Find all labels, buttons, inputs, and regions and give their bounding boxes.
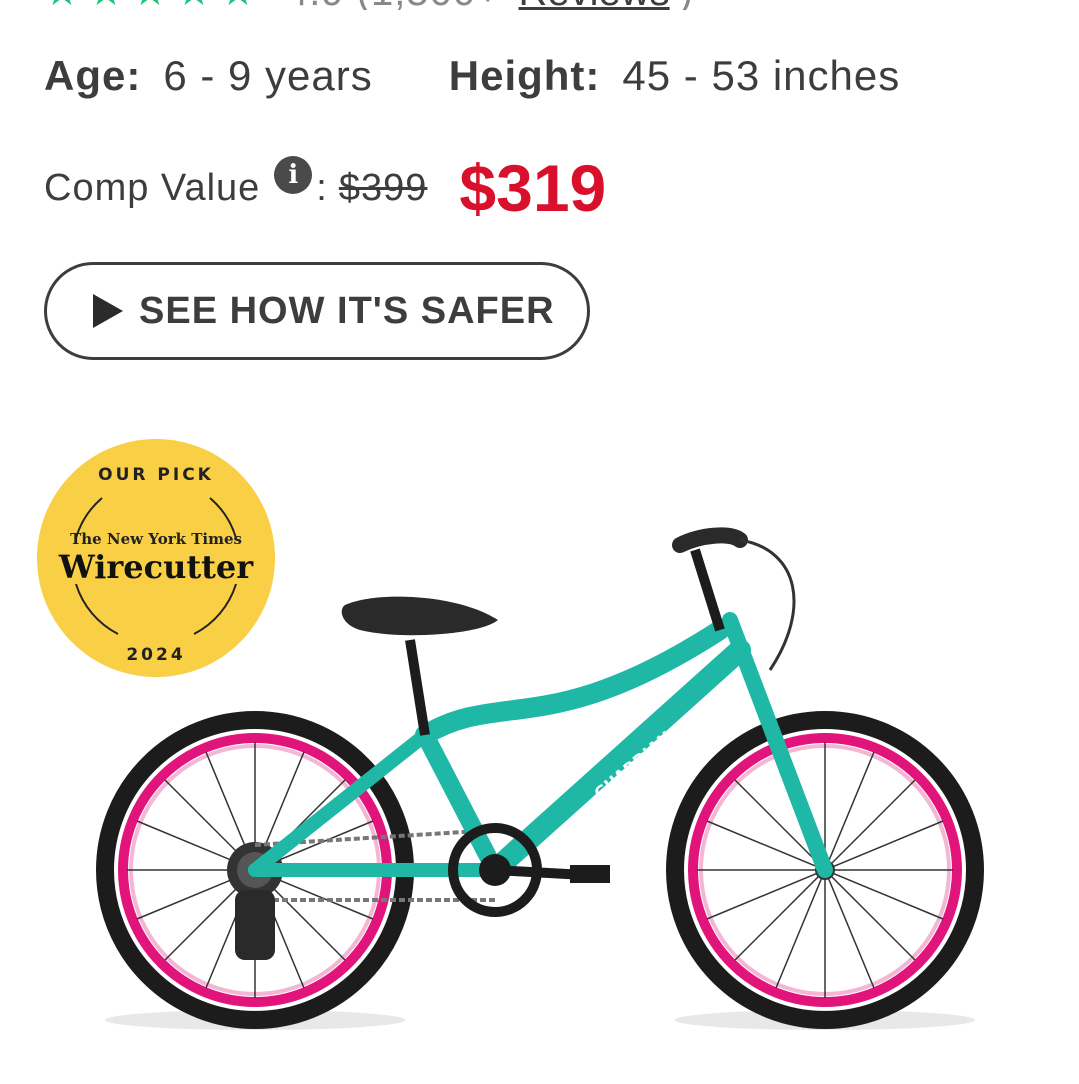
play-icon (93, 294, 123, 328)
rating-close: ) (680, 0, 694, 10)
see-how-safer-label: SEE HOW IT'S SAFER (139, 289, 555, 332)
rating-row: ★ ★ ★ ★ ★ 4.9 (1,500+ Reviews ) (44, 0, 694, 10)
saddle (341, 596, 498, 636)
product-page: ★ ★ ★ ★ ★ 4.9 (1,500+ Reviews ) Age: 6 -… (0, 0, 1079, 1084)
rating-text: 4.9 (1,500+ (286, 0, 501, 10)
age-label: Age: (44, 52, 142, 99)
star-icon: ★ (176, 0, 212, 10)
sale-price: $319 (459, 151, 607, 225)
bike-image: GUARDIAN (96, 527, 984, 1030)
comp-value-label: Comp Value (44, 166, 261, 209)
see-how-safer-button[interactable]: SEE HOW IT'S SAFER (44, 262, 590, 360)
info-icon[interactable]: i (274, 156, 313, 194)
specs-row: Age: 6 - 9 years Height: 45 - 53 inches (44, 52, 900, 100)
comp-colon: : (316, 166, 327, 209)
badge-top-text: OUR PICK (98, 465, 214, 485)
star-icon: ★ (88, 0, 124, 10)
star-icon: ★ (44, 0, 80, 10)
original-price: $399 (338, 166, 428, 209)
star-icon: ★ (220, 0, 256, 10)
age-value: 6 - 9 years (163, 52, 373, 99)
star-icon: ★ (132, 0, 168, 10)
height-label: Height: (448, 52, 601, 99)
reviews-link[interactable]: Reviews (519, 0, 670, 10)
price-row: Comp Value i : $399 $319 (44, 150, 606, 226)
height-value: 45 - 53 inches (622, 52, 901, 99)
